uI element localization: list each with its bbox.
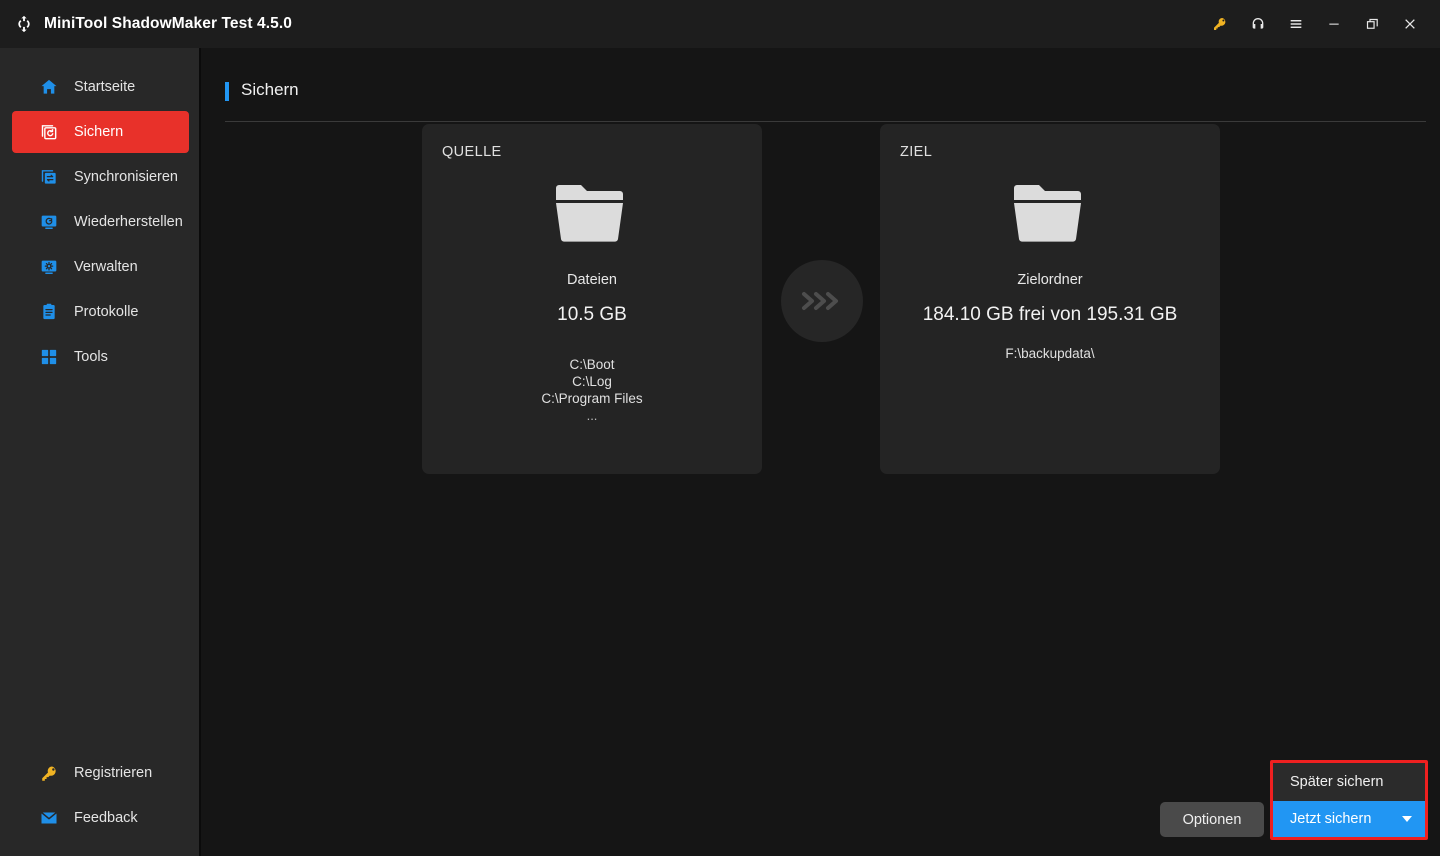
- sidebar-item-label: Feedback: [74, 810, 138, 826]
- highlight-annotation: [1270, 760, 1428, 840]
- source-path-list: C:\Boot C:\Log C:\Program Files ...: [422, 356, 762, 424]
- backup-config-area: QUELLE Dateien 10.5 GB C:\Boot C:\Log C:…: [203, 124, 1440, 554]
- sidebar-item-label: Protokolle: [74, 304, 139, 320]
- destination-folder-icon: [880, 178, 1220, 246]
- sidebar-item-synchronisieren[interactable]: Synchronisieren: [12, 156, 189, 198]
- sidebar-item-feedback[interactable]: Feedback: [12, 797, 189, 839]
- restore-button[interactable]: [1354, 6, 1390, 42]
- destination-card[interactable]: ZIEL Zielordner 184.10 GB frei von 195.3…: [880, 124, 1220, 474]
- sidebar: Startseite Sichern Synchronisieren Wiede…: [0, 48, 201, 856]
- source-type-label: Dateien: [567, 272, 617, 288]
- main-content: Sichern QUELLE Dateien 10.5 GB C:\Boot C…: [203, 48, 1440, 856]
- sidebar-item-label: Wiederherstellen: [74, 214, 183, 230]
- page-header: Sichern: [225, 80, 1426, 122]
- headset-icon: [1252, 18, 1264, 29]
- source-card-header: QUELLE: [442, 144, 502, 160]
- sidebar-item-registrieren[interactable]: Registrieren: [12, 752, 189, 794]
- minimize-button[interactable]: [1316, 6, 1352, 42]
- page-title-accent-bar: [225, 82, 229, 101]
- chevrons-right-icon: [802, 292, 838, 310]
- key-icon: [1214, 18, 1226, 30]
- sidebar-item-label: Verwalten: [74, 259, 138, 275]
- source-card[interactable]: QUELLE Dateien 10.5 GB C:\Boot C:\Log C:…: [422, 124, 762, 474]
- sync-files-icon: [38, 166, 60, 188]
- manage-gear-monitor-icon: [38, 256, 60, 278]
- envelope-icon: [38, 807, 60, 829]
- restore-window-icon: [1366, 18, 1378, 29]
- close-icon: [1405, 19, 1415, 29]
- tools-grid-icon: [38, 346, 60, 368]
- logs-clipboard-icon: [38, 301, 60, 323]
- sidebar-item-startseite[interactable]: Startseite: [12, 66, 189, 108]
- source-path-item: C:\Log: [572, 374, 612, 389]
- minimize-icon: [1329, 23, 1339, 25]
- sidebar-item-verwalten[interactable]: Verwalten: [12, 246, 189, 288]
- support-button[interactable]: [1240, 6, 1276, 42]
- sidebar-item-tools[interactable]: Tools: [12, 336, 189, 378]
- sidebar-item-label: Startseite: [74, 79, 136, 95]
- source-size: 10.5 GB: [557, 304, 627, 325]
- sidebar-item-protokolle[interactable]: Protokolle: [12, 291, 189, 333]
- key-icon: [38, 762, 60, 784]
- sidebar-secondary-nav: Registrieren Feedback: [0, 752, 199, 842]
- page-title: Sichern: [241, 80, 299, 99]
- title-bar: MiniTool ShadowMaker Test 4.5.0: [0, 0, 1440, 48]
- source-path-item: C:\Boot: [569, 357, 615, 372]
- folder-icon: [556, 185, 623, 242]
- restore-monitor-icon: [38, 211, 60, 233]
- license-key-button[interactable]: [1202, 6, 1238, 42]
- hamburger-menu-icon: [1290, 20, 1302, 28]
- destination-card-header: ZIEL: [900, 144, 933, 160]
- sidebar-primary-nav: Startseite Sichern Synchronisieren Wiede…: [0, 66, 199, 381]
- sidebar-item-label: Tools: [74, 349, 108, 365]
- home-icon: [38, 76, 60, 98]
- destination-path: F:\backupdata\: [1005, 346, 1095, 361]
- backup-icon: [38, 121, 60, 143]
- source-path-item: C:\Program Files: [541, 391, 643, 406]
- close-button[interactable]: [1392, 6, 1428, 42]
- options-button[interactable]: Optionen: [1160, 802, 1264, 837]
- sidebar-item-label: Sichern: [74, 124, 124, 140]
- sidebar-item-sichern[interactable]: Sichern: [12, 111, 189, 153]
- source-to-destination-connector: [781, 260, 863, 342]
- sidebar-item-label: Registrieren: [74, 765, 153, 781]
- source-path-more: ...: [586, 408, 598, 423]
- sidebar-item-label: Synchronisieren: [74, 169, 178, 185]
- source-folder-icon: [422, 178, 762, 246]
- app-title: MiniTool ShadowMaker Test 4.5.0: [44, 15, 292, 32]
- destination-type-label: Zielordner: [1017, 272, 1083, 288]
- destination-capacity: 184.10 GB frei von 195.31 GB: [922, 304, 1178, 325]
- folder-icon: [1014, 185, 1081, 242]
- sidebar-item-wiederherstellen[interactable]: Wiederherstellen: [12, 201, 189, 243]
- app-logo-icon: [12, 12, 36, 36]
- menu-button[interactable]: [1278, 6, 1314, 42]
